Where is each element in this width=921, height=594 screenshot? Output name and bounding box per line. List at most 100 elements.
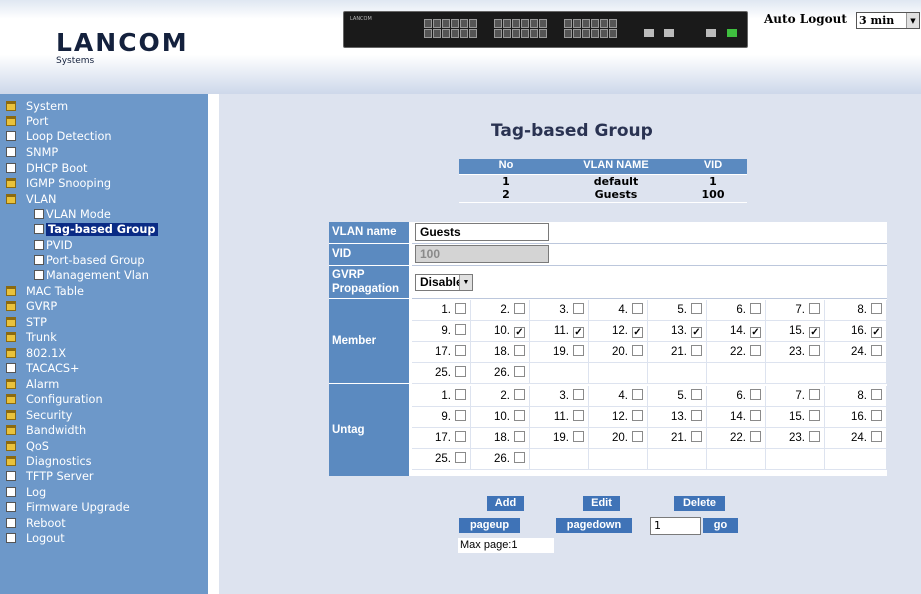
untag-port-number: 22. [730, 432, 746, 444]
untag-port-number: 3. [559, 390, 569, 402]
untag-port-22-checkbox[interactable] [750, 431, 761, 442]
add-button[interactable]: Add [487, 496, 524, 511]
sidebar-item-label: Alarm [26, 378, 60, 391]
delete-button[interactable]: Delete [674, 496, 725, 511]
member-port-22-checkbox[interactable] [750, 345, 761, 356]
untag-port-15-checkbox[interactable] [809, 410, 820, 421]
folder-icon [6, 101, 16, 111]
member-port-14-checkbox[interactable]: ✓ [750, 327, 761, 338]
untag-port-16-checkbox[interactable] [871, 410, 882, 421]
table-row[interactable]: 1 default 1 [459, 174, 747, 188]
untag-port-9-checkbox[interactable] [455, 410, 466, 421]
member-port-11-checkbox[interactable]: ✓ [573, 327, 584, 338]
sidebar-item-trunk[interactable]: Trunk [0, 331, 208, 346]
sidebar-item-reboot[interactable]: Reboot [0, 517, 208, 532]
member-port-3-checkbox[interactable] [573, 303, 584, 314]
member-port-13-checkbox[interactable]: ✓ [691, 327, 702, 338]
sidebar-item-gvrp[interactable]: GVRP [0, 300, 208, 315]
untag-port-11-checkbox[interactable] [573, 410, 584, 421]
vid-input[interactable]: 100 [415, 245, 549, 263]
sidebar-item-logout[interactable]: Logout [0, 532, 208, 547]
member-port-16-checkbox[interactable]: ✓ [871, 327, 882, 338]
untag-port-5-checkbox[interactable] [691, 389, 702, 400]
member-port-17-checkbox[interactable] [455, 345, 466, 356]
pagedown-button[interactable]: pagedown [556, 518, 632, 533]
sidebar-item-snmp[interactable]: SNMP [0, 146, 208, 161]
go-button[interactable]: go [703, 518, 738, 533]
untag-port-26-checkbox[interactable] [514, 452, 525, 463]
member-port-9-checkbox[interactable] [455, 324, 466, 335]
sidebar-item-stp[interactable]: STP [0, 316, 208, 331]
member-port-7-checkbox[interactable] [809, 303, 820, 314]
gvrp-select[interactable]: Disable ▼ [415, 274, 473, 291]
member-port-12-checkbox[interactable]: ✓ [632, 327, 643, 338]
untag-port-2-checkbox[interactable] [514, 389, 525, 400]
sidebar-item-log[interactable]: Log [0, 486, 208, 501]
sidebar-item-vlan-mode[interactable]: VLAN Mode [0, 208, 208, 223]
untag-port-7-checkbox[interactable] [809, 389, 820, 400]
untag-port-13-checkbox[interactable] [691, 410, 702, 421]
untag-port-20-checkbox[interactable] [632, 431, 643, 442]
untag-port-10-checkbox[interactable] [514, 410, 525, 421]
member-port-4-checkbox[interactable] [632, 303, 643, 314]
untag-port-8-checkbox[interactable] [871, 389, 882, 400]
sidebar-item-security[interactable]: Security [0, 409, 208, 424]
untag-port-12-checkbox[interactable] [632, 410, 643, 421]
vlan-name-input[interactable]: Guests [415, 223, 549, 241]
pageup-button[interactable]: pageup [459, 518, 520, 533]
member-port-10-checkbox[interactable]: ✓ [514, 327, 525, 338]
sidebar-item-tacacs[interactable]: TACACS+ [0, 362, 208, 377]
sidebar-item-802-1x[interactable]: 802.1X [0, 347, 208, 362]
untag-port-23-checkbox[interactable] [809, 431, 820, 442]
member-port-2-checkbox[interactable] [514, 303, 525, 314]
sidebar-item-dhcp-boot[interactable]: DHCP Boot [0, 162, 208, 177]
sidebar-item-pvid[interactable]: PVID [0, 239, 208, 254]
member-port-24-checkbox[interactable] [871, 345, 882, 356]
sidebar-item-bandwidth[interactable]: Bandwidth [0, 424, 208, 439]
sidebar-item-management-vlan[interactable]: Management Vlan [0, 269, 208, 284]
member-port-25-checkbox[interactable] [455, 366, 466, 377]
sidebar-item-qos[interactable]: QoS [0, 440, 208, 455]
member-port-19-checkbox[interactable] [573, 345, 584, 356]
untag-port-25-checkbox[interactable] [455, 452, 466, 463]
untag-port-1-checkbox[interactable] [455, 389, 466, 400]
member-port-26-checkbox[interactable] [514, 366, 525, 377]
member-port-1-checkbox[interactable] [455, 303, 466, 314]
sidebar-item-mac-table[interactable]: MAC Table [0, 285, 208, 300]
table-row[interactable]: 2 Guests 100 [459, 188, 747, 202]
member-port-21-checkbox[interactable] [691, 345, 702, 356]
untag-port-18-checkbox[interactable] [514, 431, 525, 442]
member-port-6-checkbox[interactable] [750, 303, 761, 314]
sidebar-item-diagnostics[interactable]: Diagnostics [0, 455, 208, 470]
member-port-18-checkbox[interactable] [514, 345, 525, 356]
sidebar-item-port-based-group[interactable]: Port-based Group [0, 254, 208, 269]
sidebar-item-vlan[interactable]: VLAN [0, 193, 208, 208]
edit-button[interactable]: Edit [583, 496, 620, 511]
sidebar-item-port[interactable]: Port [0, 115, 208, 130]
untag-port-21-checkbox[interactable] [691, 431, 702, 442]
untag-port-4-checkbox[interactable] [632, 389, 643, 400]
member-port-20-checkbox[interactable] [632, 345, 643, 356]
sidebar-item-tftp-server[interactable]: TFTP Server [0, 470, 208, 485]
sidebar-item-igmp-snooping[interactable]: IGMP Snooping [0, 177, 208, 192]
sidebar-item-configuration[interactable]: Configuration [0, 393, 208, 408]
member-port-5-checkbox[interactable] [691, 303, 702, 314]
sidebar-item-firmware-upgrade[interactable]: Firmware Upgrade [0, 501, 208, 516]
member-port-23-checkbox[interactable] [809, 345, 820, 356]
untag-port-3-checkbox[interactable] [573, 389, 584, 400]
untag-port-17-checkbox[interactable] [455, 431, 466, 442]
sidebar-item-tag-based-group[interactable]: Tag-based Group [0, 223, 208, 238]
member-port-15-checkbox[interactable]: ✓ [809, 327, 820, 338]
untag-port-number: 10. [494, 411, 510, 423]
sidebar-item-loop-detection[interactable]: Loop Detection [0, 130, 208, 145]
page-number-input[interactable]: 1 [650, 517, 701, 535]
sidebar-item-alarm[interactable]: Alarm [0, 378, 208, 393]
auto-logout-select[interactable]: 3 min ▼ [856, 12, 920, 29]
member-port-8-checkbox[interactable] [871, 303, 882, 314]
untag-port-24-checkbox[interactable] [871, 431, 882, 442]
sidebar-item-system[interactable]: System [0, 100, 208, 115]
untag-port-6-checkbox[interactable] [750, 389, 761, 400]
sidebar-item-label: VLAN [26, 193, 57, 206]
untag-port-14-checkbox[interactable] [750, 410, 761, 421]
untag-port-19-checkbox[interactable] [573, 431, 584, 442]
